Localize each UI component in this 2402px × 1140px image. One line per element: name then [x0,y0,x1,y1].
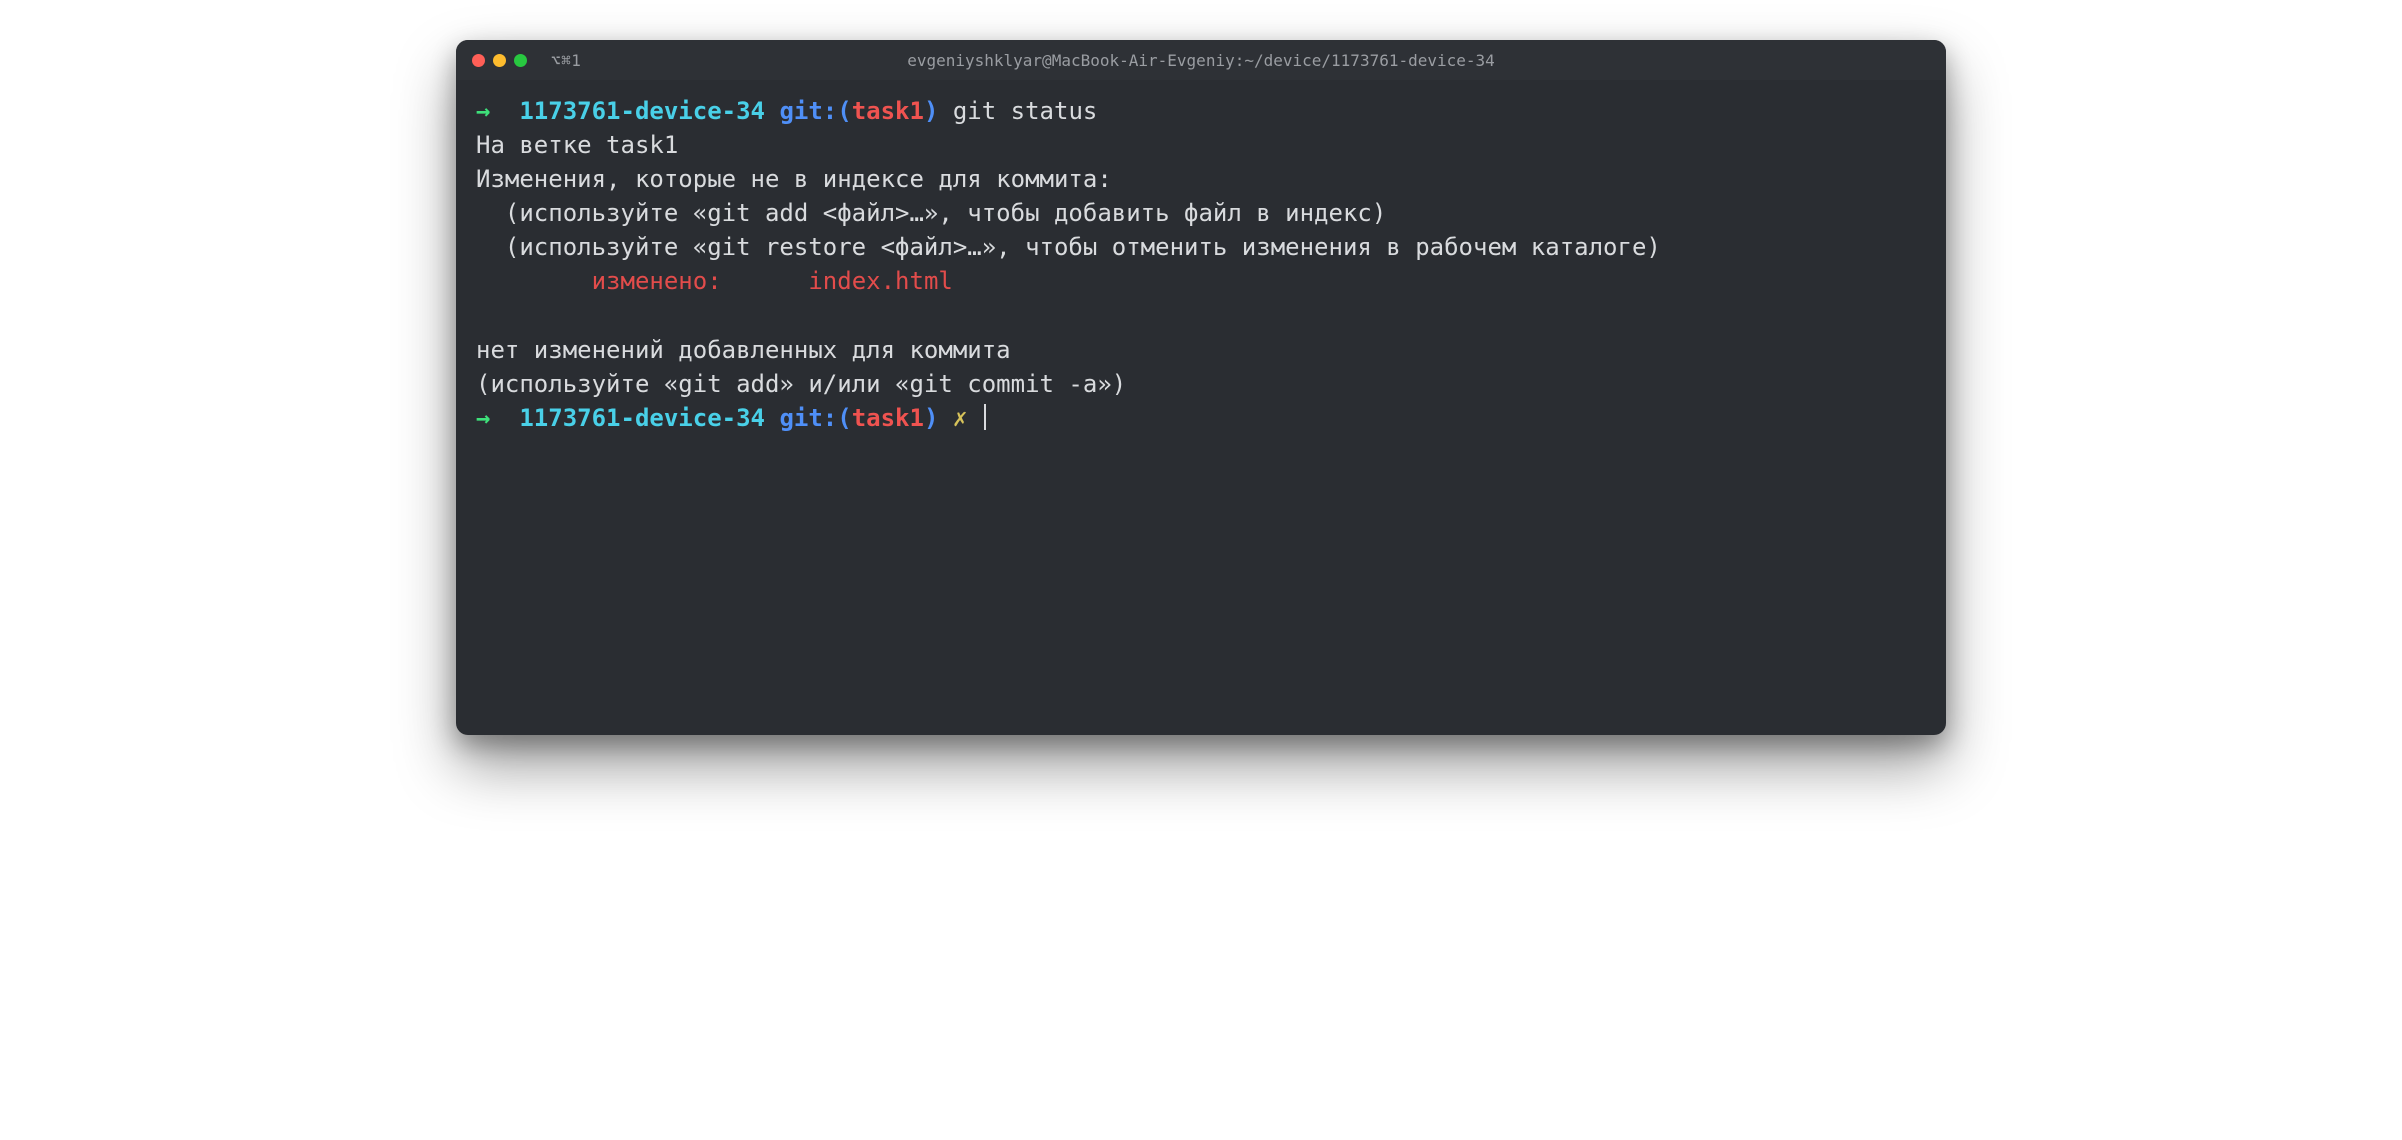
prompt-branch: task1 [852,97,924,125]
output-line: (используйте «git add <файл>…», чтобы до… [476,199,1386,227]
close-icon[interactable] [472,54,485,67]
maximize-icon[interactable] [514,54,527,67]
prompt-branch: task1 [852,404,924,432]
tab-label[interactable]: ⌥⌘1 [551,51,581,70]
output-line: нет изменений добавленных для коммита [476,336,1011,364]
prompt-git-suffix: ) [924,97,938,125]
command-text: git status [953,97,1098,125]
window-title: evgeniyshklyar@MacBook-Air-Evgeniy:~/dev… [907,51,1495,70]
dirty-marker-icon: ✗ [953,404,967,432]
prompt-cwd: 1173761-device-34 [519,97,765,125]
prompt-arrow-icon: → [476,404,490,432]
output-line: (используйте «git add» и/или «git commit… [476,370,1126,398]
output-line: Изменения, которые не в индексе для комм… [476,165,1112,193]
modified-label: изменено: [476,267,808,295]
prompt-git-prefix: git:( [779,404,851,432]
prompt-arrow-icon: → [476,97,490,125]
terminal-body[interactable]: → 1173761-device-34 git:(task1) git stat… [456,80,1946,735]
terminal-window: ⌥⌘1 evgeniyshklyar@MacBook-Air-Evgeniy:~… [456,40,1946,735]
prompt-cwd: 1173761-device-34 [519,404,765,432]
traffic-lights [472,54,527,67]
titlebar: ⌥⌘1 evgeniyshklyar@MacBook-Air-Evgeniy:~… [456,40,1946,80]
output-line: На ветке task1 [476,131,678,159]
prompt-git-suffix: ) [924,404,938,432]
minimize-icon[interactable] [493,54,506,67]
prompt-git-prefix: git:( [779,97,851,125]
modified-file: index.html [808,267,953,295]
output-line: (используйте «git restore <файл>…», чтоб… [476,233,1661,261]
cursor-icon [984,404,986,430]
